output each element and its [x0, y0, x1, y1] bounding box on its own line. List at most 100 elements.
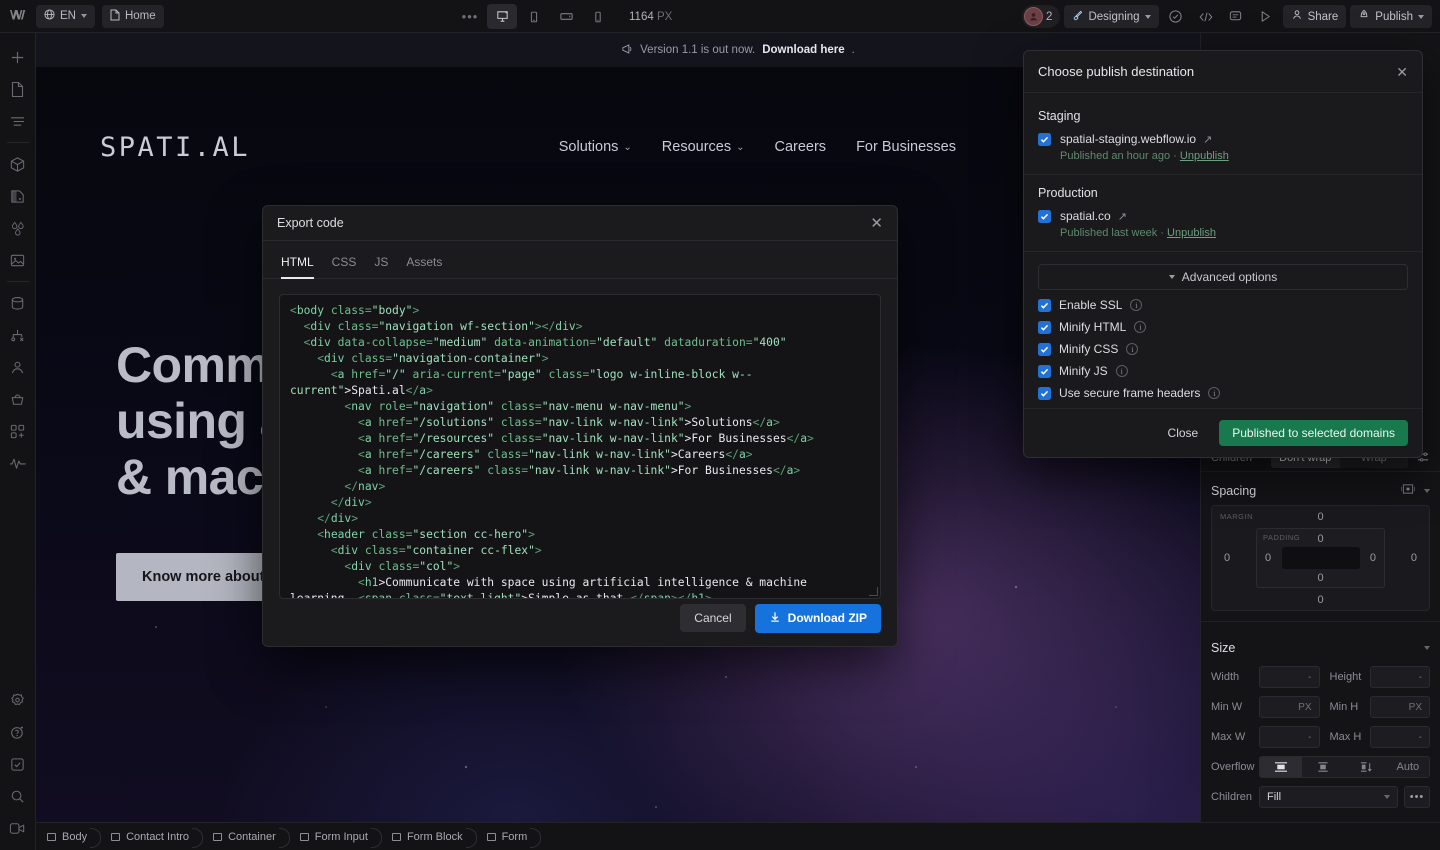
margin-left-value[interactable]: 0: [1224, 552, 1230, 564]
tab-html[interactable]: HTML: [281, 255, 314, 279]
breadcrumb-container[interactable]: Container: [202, 823, 290, 850]
sidebar-item-assets[interactable]: [4, 244, 32, 276]
margin-right-value[interactable]: 0: [1411, 552, 1417, 564]
sidebar-item-logic[interactable]: [4, 319, 32, 351]
children-more-button[interactable]: •••: [1404, 786, 1430, 808]
staging-domain-row[interactable]: spatial-staging.webflow.io ↗: [1038, 132, 1408, 146]
sidebar-item-search[interactable]: [4, 780, 32, 812]
info-icon[interactable]: i: [1208, 387, 1221, 399]
chevron-down-icon[interactable]: [1424, 646, 1430, 650]
staging-unpublish-link[interactable]: Unpublish: [1180, 150, 1229, 162]
chevron-down-icon[interactable]: [1424, 488, 1430, 493]
tab-assets[interactable]: Assets: [406, 255, 442, 278]
production-checkbox[interactable]: [1038, 209, 1051, 223]
publish-destination-popover[interactable]: Choose publish destination ✕ Staging spa…: [1023, 50, 1423, 458]
spacing-target-icon[interactable]: [1400, 483, 1416, 498]
breakpoint-mobile-portrait[interactable]: [583, 4, 613, 29]
close-icon[interactable]: ✕: [870, 216, 883, 231]
webflow-logo-icon[interactable]: [0, 0, 36, 33]
sidebar-item-navigator[interactable]: [4, 105, 32, 137]
min-width-input[interactable]: PX: [1259, 696, 1320, 718]
info-icon[interactable]: i: [1115, 365, 1128, 377]
site-nav-link-solutions[interactable]: Solutions ⌄: [559, 139, 632, 155]
sidebar-item-settings[interactable]: [4, 684, 32, 716]
sidebar-item-help[interactable]: [4, 716, 32, 748]
sidebar-item-users[interactable]: [4, 351, 32, 383]
language-selector[interactable]: EN: [36, 4, 95, 28]
breakpoint-tablet[interactable]: [519, 4, 549, 29]
option-minify-css[interactable]: Minify CSS i: [1038, 338, 1408, 360]
max-height-input[interactable]: -: [1369, 726, 1430, 748]
padding-right-value[interactable]: 0: [1370, 552, 1376, 564]
sidebar-item-audit[interactable]: [4, 447, 32, 479]
breakpoint-mobile-landscape[interactable]: [551, 4, 581, 29]
site-nav-link-for-businesses[interactable]: For Businesses: [856, 139, 956, 155]
margin-bottom-value[interactable]: 0: [1317, 594, 1323, 606]
sidebar-item-add-elements[interactable]: [4, 41, 32, 73]
option-minify-html[interactable]: Minify HTML i: [1038, 316, 1408, 338]
overflow-option-hidden[interactable]: [1302, 757, 1344, 777]
ellipsis-icon[interactable]: •••: [455, 9, 485, 24]
breakpoint-desktop[interactable]: [487, 4, 517, 29]
children-select[interactable]: Fill: [1259, 786, 1398, 808]
height-input[interactable]: -: [1369, 666, 1430, 688]
secure-frame-headers-checkbox[interactable]: [1038, 386, 1051, 400]
preview-play-icon[interactable]: [1253, 5, 1279, 28]
spacing-box-model[interactable]: MARGIN 0 0 0 0 PADDING 0 0 0 0: [1211, 505, 1430, 611]
code-icon[interactable]: [1193, 5, 1219, 28]
code-viewer[interactable]: <body class="body"> <div class="navigati…: [279, 294, 881, 599]
breadcrumb-body[interactable]: Body: [36, 823, 102, 850]
publish-button[interactable]: Publish: [1350, 5, 1432, 28]
overflow-option-auto[interactable]: Auto: [1387, 757, 1429, 777]
option-enable-ssl[interactable]: Enable SSL i: [1038, 294, 1408, 316]
sidebar-item-style-selectors[interactable]: [4, 180, 32, 212]
publish-status-button[interactable]: Published to selected domains: [1219, 420, 1408, 446]
close-button[interactable]: Close: [1156, 420, 1211, 446]
padding-top-value[interactable]: 0: [1317, 533, 1323, 545]
info-icon[interactable]: i: [1134, 321, 1147, 333]
breadcrumb-form[interactable]: Form: [476, 823, 541, 850]
external-link-icon[interactable]: ↗: [1118, 210, 1127, 223]
enable-ssl-checkbox[interactable]: [1038, 298, 1051, 312]
close-icon[interactable]: ✕: [1396, 65, 1408, 79]
production-domain[interactable]: spatial.co ↗: [1060, 209, 1127, 223]
sidebar-item-checklist[interactable]: [4, 748, 32, 780]
mode-selector[interactable]: Designing: [1064, 5, 1159, 28]
minify-js-checkbox[interactable]: [1038, 364, 1051, 378]
site-logo[interactable]: SPATI.AL: [100, 132, 250, 163]
audit-check-icon[interactable]: [1163, 5, 1189, 28]
padding-bottom-value[interactable]: 0: [1317, 572, 1323, 584]
comment-icon[interactable]: [1223, 5, 1249, 28]
download-zip-button[interactable]: Download ZIP: [754, 603, 881, 633]
overflow-option-scroll[interactable]: [1345, 757, 1387, 777]
production-unpublish-link[interactable]: Unpublish: [1167, 227, 1216, 239]
breadcrumb-contact-intro[interactable]: Contact Intro: [100, 823, 204, 850]
sidebar-item-variables[interactable]: [4, 212, 32, 244]
option-minify-js[interactable]: Minify JS i: [1038, 360, 1408, 382]
sidebar-item-ecommerce[interactable]: [4, 383, 32, 415]
breadcrumb-form-input[interactable]: Form Input: [289, 823, 383, 850]
production-domain-row[interactable]: spatial.co ↗: [1038, 209, 1408, 223]
padding-box[interactable]: PADDING 0 0 0 0: [1256, 528, 1385, 588]
max-width-input[interactable]: -: [1259, 726, 1320, 748]
sidebar-item-components[interactable]: [4, 148, 32, 180]
option-secure-frame-headers[interactable]: Use secure frame headers i: [1038, 382, 1408, 404]
staging-domain[interactable]: spatial-staging.webflow.io ↗: [1060, 132, 1212, 146]
overflow-option-visible[interactable]: [1260, 757, 1303, 777]
banner-link[interactable]: Download here: [762, 44, 844, 56]
min-height-input[interactable]: PX: [1369, 696, 1430, 718]
info-icon[interactable]: i: [1126, 343, 1139, 355]
site-nav-link-resources[interactable]: Resources ⌄: [662, 139, 745, 155]
minify-css-checkbox[interactable]: [1038, 342, 1051, 356]
advanced-options-toggle[interactable]: Advanced options: [1038, 264, 1408, 290]
minify-html-checkbox[interactable]: [1038, 320, 1051, 334]
external-link-icon[interactable]: ↗: [1203, 133, 1212, 146]
sidebar-item-pages[interactable]: [4, 73, 32, 105]
cancel-button[interactable]: Cancel: [680, 604, 746, 632]
sidebar-item-cms[interactable]: [4, 287, 32, 319]
tab-js[interactable]: JS: [374, 255, 388, 278]
width-input[interactable]: -: [1259, 666, 1320, 688]
page-selector[interactable]: Home: [101, 4, 164, 28]
share-button[interactable]: Share: [1282, 5, 1347, 28]
canvas-width-indicator[interactable]: 1164 PX: [629, 11, 672, 23]
